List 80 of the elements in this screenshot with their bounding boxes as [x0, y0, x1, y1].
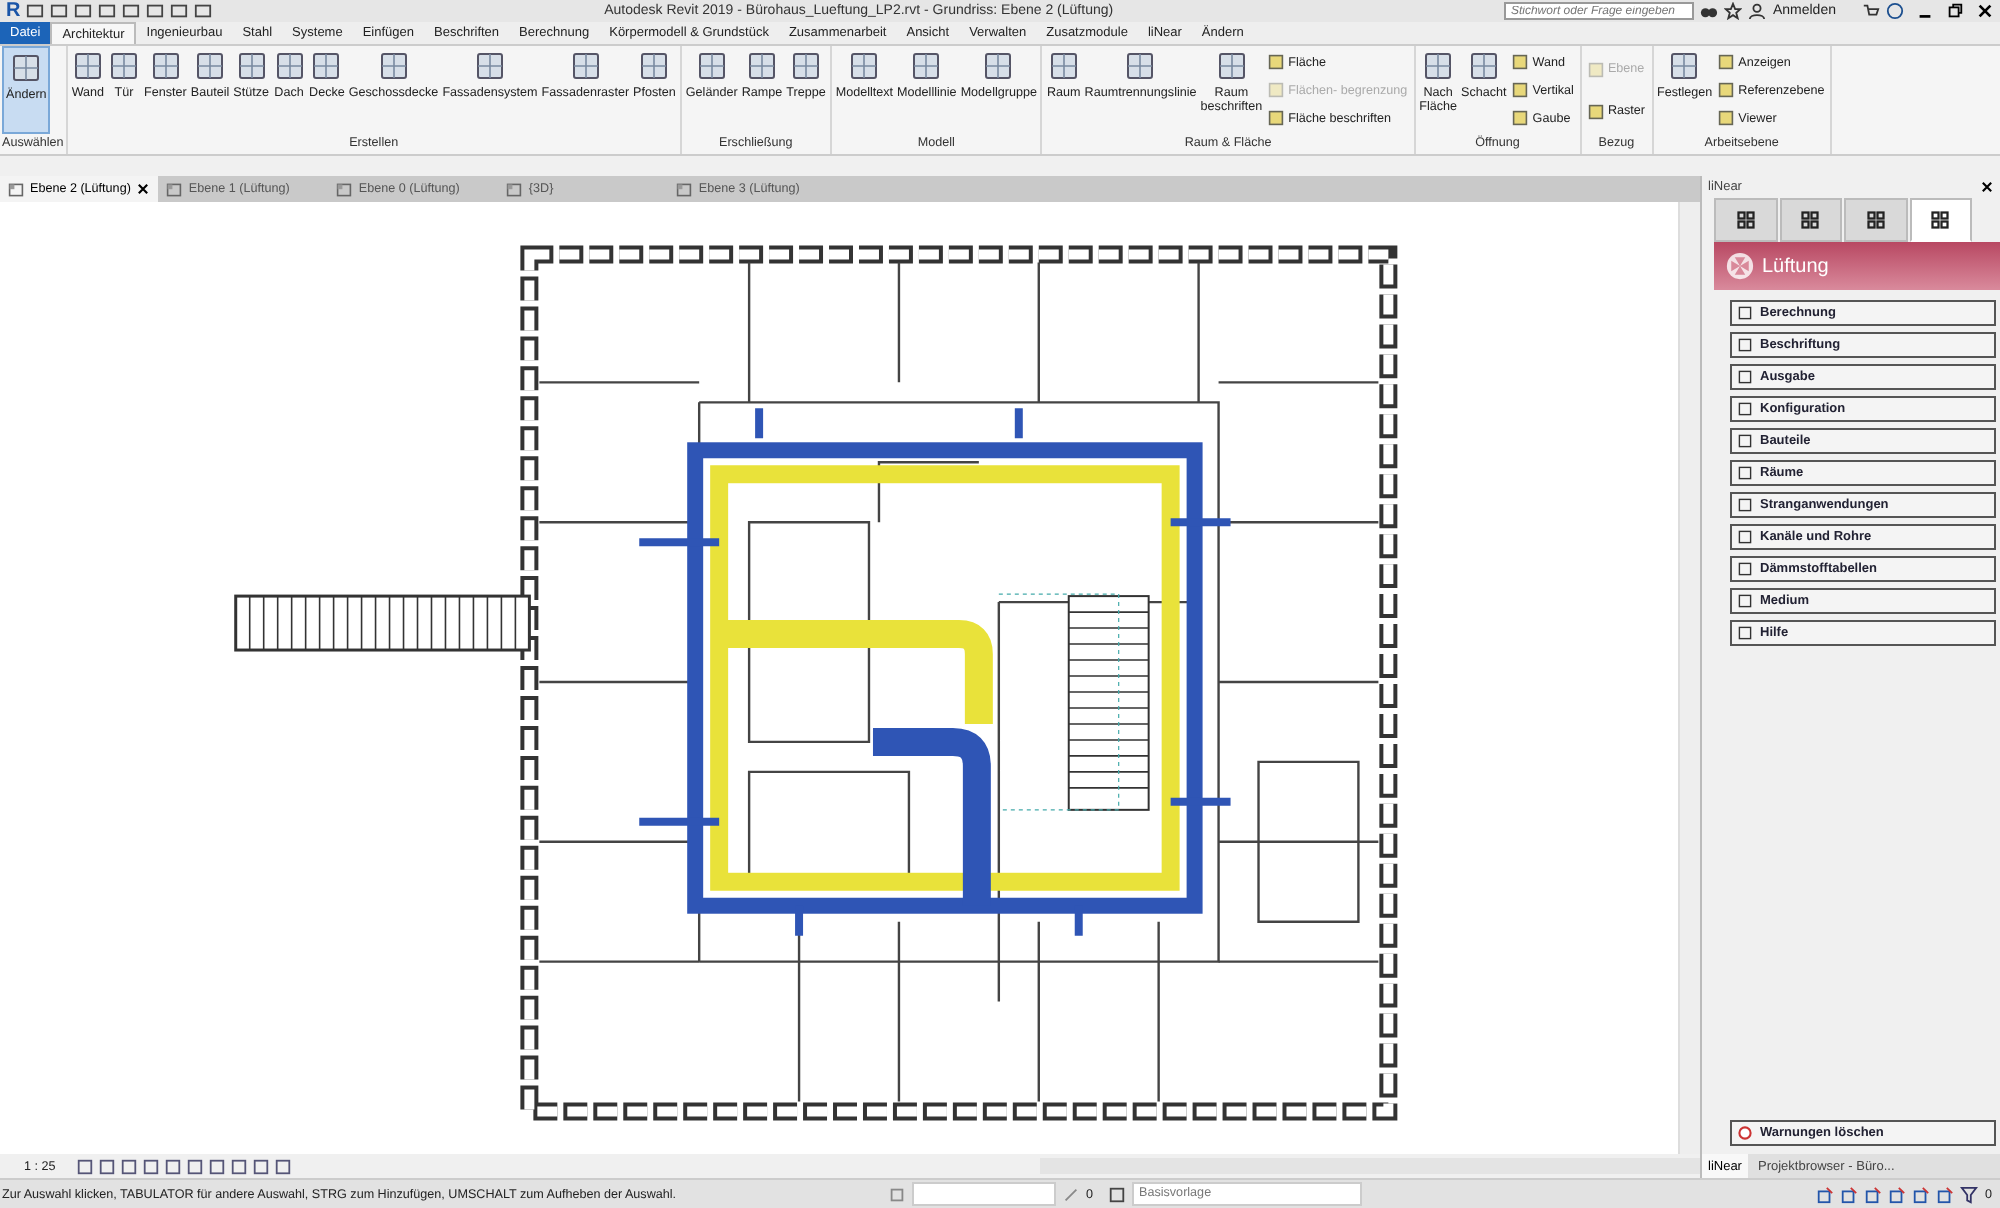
- restore-icon[interactable]: [1945, 2, 1964, 20]
- selection-icon[interactable]: [1816, 1185, 1835, 1203]
- square-icon: [1718, 110, 1735, 126]
- close-icon[interactable]: [1975, 2, 1994, 20]
- cart-icon[interactable]: [1861, 2, 1880, 20]
- panel-icon-tab[interactable]: [1714, 198, 1777, 242]
- selection-icon[interactable]: [1840, 1185, 1859, 1203]
- close-icon[interactable]: [1980, 180, 1994, 194]
- grid-square-icon: [194, 50, 227, 82]
- grid-square-icon: [982, 50, 1015, 82]
- square-icon: [1512, 110, 1529, 126]
- square-icon: [1718, 54, 1735, 70]
- horizontal-scrollbar[interactable]: [1040, 1158, 1700, 1174]
- fan-icon: [1726, 252, 1754, 280]
- grid-square-icon: [273, 50, 306, 82]
- selection-icon[interactable]: [1864, 1185, 1883, 1203]
- view-icon: [8, 181, 24, 197]
- binoculars-icon[interactable]: [1700, 2, 1719, 20]
- view-icon: [506, 181, 523, 197]
- grid-square-icon: [473, 50, 506, 82]
- grid-square-icon: [745, 50, 778, 82]
- square-icon: [1738, 370, 1752, 384]
- grid-square-icon: [377, 50, 410, 82]
- square-icon: [1268, 110, 1285, 126]
- view-icon: [676, 181, 693, 197]
- grid-square-icon: [910, 50, 943, 82]
- square-icon: [1512, 82, 1529, 98]
- square-icon: [1268, 82, 1285, 98]
- square-icon: [1738, 338, 1752, 352]
- square-icon: [1738, 562, 1752, 576]
- grid-square-icon: [638, 50, 671, 82]
- square-icon: [1738, 402, 1752, 416]
- square-icon: [1738, 626, 1752, 640]
- grid-square-icon: [569, 50, 602, 82]
- panel-icon-tab[interactable]: [1909, 198, 1972, 242]
- app-logo-icon[interactable]: R: [6, 1, 21, 21]
- view-icon: [336, 181, 353, 197]
- grid-square-icon: [310, 50, 343, 82]
- square-icon: [1738, 434, 1752, 448]
- square-icon: [1738, 466, 1752, 480]
- grid-icon: [1733, 208, 1758, 232]
- square-icon: [1587, 61, 1604, 77]
- selection-icon[interactable]: [1888, 1185, 1907, 1203]
- square-icon: [1738, 594, 1752, 608]
- workset-field[interactable]: [912, 1182, 1056, 1206]
- grid-square-icon: [1467, 50, 1500, 82]
- square-icon: [1738, 530, 1752, 544]
- view-icon: [166, 181, 183, 197]
- grid-square-icon: [149, 50, 182, 82]
- grid-square-icon: [1668, 50, 1701, 82]
- panel-icon-tab[interactable]: [1779, 198, 1842, 242]
- square-icon: [1268, 54, 1285, 70]
- grid-square-icon: [71, 50, 104, 82]
- square-icon: [1738, 498, 1752, 512]
- grid-square-icon: [1124, 50, 1157, 82]
- grid-square-icon: [1215, 50, 1248, 82]
- grid-square-icon: [1047, 50, 1080, 82]
- panel-icon-tab[interactable]: [1844, 198, 1907, 242]
- grid-square-icon: [695, 50, 728, 82]
- panel-header: Lüftung: [1762, 255, 1829, 277]
- grid-square-icon: [10, 52, 43, 84]
- selection-icon[interactable]: [1936, 1185, 1955, 1203]
- close-icon[interactable]: [136, 182, 151, 196]
- square-icon: [1587, 103, 1604, 119]
- square-icon: [1738, 306, 1752, 320]
- grid-icon: [1863, 208, 1888, 232]
- grid-icon: [1798, 208, 1823, 232]
- user-icon[interactable]: [1748, 2, 1767, 20]
- vertical-scrollbar[interactable]: [1678, 202, 1700, 1154]
- grid-icon: [1928, 208, 1953, 232]
- grid-square-icon: [789, 50, 822, 82]
- grid-square-icon: [235, 50, 268, 82]
- star-icon[interactable]: [1724, 2, 1743, 20]
- grid-square-icon: [108, 50, 141, 82]
- square-icon: [1718, 82, 1735, 98]
- grid-square-icon: [1422, 50, 1455, 82]
- filter-icon[interactable]: [1960, 1185, 1979, 1203]
- selection-icon[interactable]: [1912, 1185, 1931, 1203]
- square-icon: [1512, 54, 1529, 70]
- grid-square-icon: [848, 50, 881, 82]
